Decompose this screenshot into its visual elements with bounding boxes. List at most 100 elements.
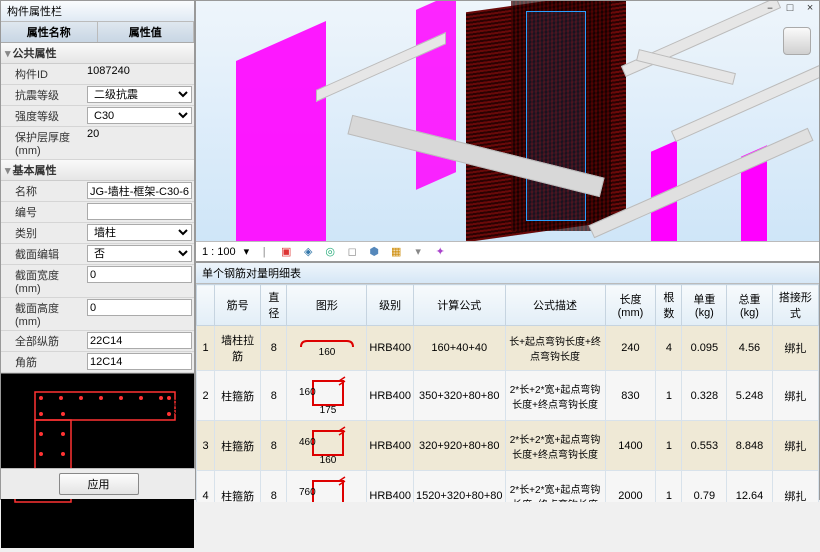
name-input[interactable] (87, 182, 192, 199)
row-width: 截面宽度(mm) (1, 265, 194, 298)
rebar-table: 筋号 直径 图形 级别 计算公式 公式描述 长度(mm) 根数 单重(kg) 总… (196, 284, 819, 502)
svg-text:200: 200 (170, 399, 181, 416)
cell-len: 1400 (605, 421, 656, 471)
cell-uw: 0.095 (682, 326, 727, 371)
table-row[interactable]: 4 柱箍筋 8 760 HRB400 1520+320+80+80 2*长+2*… (197, 471, 819, 503)
close-icon[interactable]: × (803, 3, 817, 15)
tool-icon[interactable]: ▦ (389, 245, 403, 259)
apply-bar: 应用 (1, 468, 196, 499)
cell-dia: 8 (261, 471, 287, 503)
col-desc[interactable]: 公式描述 (505, 285, 605, 326)
row-id: 构件ID1087240 (1, 64, 194, 85)
cell-tw: 5.248 (727, 371, 772, 421)
rebar-detail-panel: 单个钢筋对量明细表 筋号 直径 图形 级别 计算公式 公式描述 长度(mm) 根… (195, 262, 820, 500)
col-len[interactable]: 长度(mm) (605, 285, 656, 326)
minimize-icon[interactable]: – (763, 3, 777, 15)
col-lap[interactable]: 搭接形式 (772, 285, 818, 326)
cell-lap: 绑扎 (772, 371, 818, 421)
cell-shape: 760 (287, 471, 367, 503)
cell-shape: 460160 (287, 421, 367, 471)
code-input[interactable] (87, 203, 192, 220)
cell-lap: 绑扎 (772, 471, 818, 503)
col-tw[interactable]: 总重(kg) (727, 285, 772, 326)
cell-name: 柱箍筋 (215, 371, 261, 421)
row-index: 3 (197, 421, 215, 471)
svg-text:460: 460 (299, 437, 316, 448)
3d-viewport[interactable]: – □ × 1 : 100 ▾ | ▣ ◈ ◎ ◻ ⬢ ▦ ▾ ✦ (195, 0, 820, 262)
svg-text:22C14: 22C14 (11, 526, 41, 537)
cell-name: 柱箍筋 (215, 471, 261, 503)
table-row[interactable]: 2 柱箍筋 8 160175 HRB400 350+320+80+80 2*长+… (197, 371, 819, 421)
col-shape[interactable]: 图形 (287, 285, 367, 326)
row-code: 编号 (1, 202, 194, 223)
tool-icon[interactable]: ▾ (411, 245, 425, 259)
tool-icon[interactable]: ▣ (279, 245, 293, 259)
svg-text:6F (ID: 1087240): 6F (ID: 1087240) (11, 514, 87, 525)
cell-tw: 8.848 (727, 421, 772, 471)
svg-text:160: 160 (319, 347, 336, 358)
section-public[interactable]: ▾公共属性 (1, 43, 194, 64)
strength-select[interactable]: C30 (87, 107, 192, 124)
cell-cnt: 1 (656, 471, 682, 503)
cell-cnt: 1 (656, 421, 682, 471)
row-category: 类别墙柱 (1, 223, 194, 244)
tool-icon[interactable]: ◎ (323, 245, 337, 259)
col-dia[interactable]: 直径 (261, 285, 287, 326)
col-uw[interactable]: 单重(kg) (682, 285, 727, 326)
svg-text:500: 500 (75, 445, 86, 462)
allbars-input[interactable] (87, 332, 192, 349)
scale-dropdown-icon[interactable]: ▾ (244, 245, 250, 258)
tool-icon[interactable]: ◈ (301, 245, 315, 259)
property-panel: 构件属性栏 属性名称 属性值 ▾公共属性 构件ID1087240 抗震等级二级抗… (0, 0, 195, 500)
viewport-status-bar: 1 : 100 ▾ | ▣ ◈ ◎ ◻ ⬢ ▦ ▾ ✦ (196, 241, 819, 261)
property-panel-title: 构件属性栏 (1, 1, 194, 22)
row-index: 1 (197, 326, 215, 371)
viewcube-icon[interactable] (783, 27, 811, 55)
section-basic[interactable]: ▾基本属性 (1, 160, 194, 181)
rebar-table-header: 筋号 直径 图形 级别 计算公式 公式描述 长度(mm) 根数 单重(kg) 总… (197, 285, 819, 326)
table-row[interactable]: 3 柱箍筋 8 460160 HRB400 320+920+80+80 2*长+… (197, 421, 819, 471)
height-input[interactable] (87, 299, 192, 316)
maximize-icon[interactable]: □ (783, 3, 797, 15)
cell-grade: HRB400 (367, 471, 414, 503)
tool-icon[interactable]: ◻ (345, 245, 359, 259)
row-seismic: 抗震等级二级抗震 (1, 85, 194, 106)
category-select[interactable]: 墙柱 (87, 224, 192, 241)
col-cnt[interactable]: 根数 (656, 285, 682, 326)
cell-len: 2000 (605, 471, 656, 503)
cell-formula: 1520+320+80+80 (413, 471, 505, 503)
cell-desc: 2*长+2*宽+起点弯钩长度+终点弯钩长度 (505, 371, 605, 421)
tool-icon[interactable]: ⬢ (367, 245, 381, 259)
secedit-select[interactable]: 否 (87, 245, 192, 262)
tool-icon[interactable]: ✦ (433, 245, 447, 259)
row-corner: 角筋 (1, 352, 194, 373)
row-strength: 强度等级C30 (1, 106, 194, 127)
cell-lap: 绑扎 (772, 326, 818, 371)
seismic-select[interactable]: 二级抗震 (87, 86, 192, 103)
cell-dia: 8 (261, 326, 287, 371)
cell-shape: 160 (287, 326, 367, 371)
row-height: 截面高度(mm) (1, 298, 194, 331)
row-secedit: 截面编辑否 (1, 244, 194, 265)
cell-name: 柱箍筋 (215, 421, 261, 471)
section-preview[interactable]: 900 700 300 400 200 500 6F (ID: 1087240)… (1, 373, 194, 548)
col-idx[interactable] (197, 285, 215, 326)
cell-dia: 8 (261, 371, 287, 421)
apply-button[interactable]: 应用 (59, 473, 139, 495)
collapse-icon: ▾ (5, 47, 11, 60)
corner-input[interactable] (87, 353, 192, 370)
row-cover: 保护层厚度(mm)20 (1, 127, 194, 160)
table-row[interactable]: 1 墙柱拉筋 8 160 HRB400 160+40+40 长+起点弯钩长度+终… (197, 326, 819, 371)
cell-lap: 绑扎 (772, 421, 818, 471)
col-formula[interactable]: 计算公式 (413, 285, 505, 326)
cell-desc: 2*长+2*宽+起点弯钩长度+终点弯钩长度 (505, 471, 605, 503)
scale-label: 1 : 100 (202, 246, 236, 258)
col-value: 属性值 (98, 22, 195, 42)
col-name[interactable]: 筋号 (215, 285, 261, 326)
cell-dia: 8 (261, 421, 287, 471)
cell-tw: 4.56 (727, 326, 772, 371)
rebar-panel-title: 单个钢筋对量明细表 (196, 263, 819, 284)
col-grade[interactable]: 级别 (367, 285, 414, 326)
width-input[interactable] (87, 266, 192, 283)
cell-cnt: 1 (656, 371, 682, 421)
